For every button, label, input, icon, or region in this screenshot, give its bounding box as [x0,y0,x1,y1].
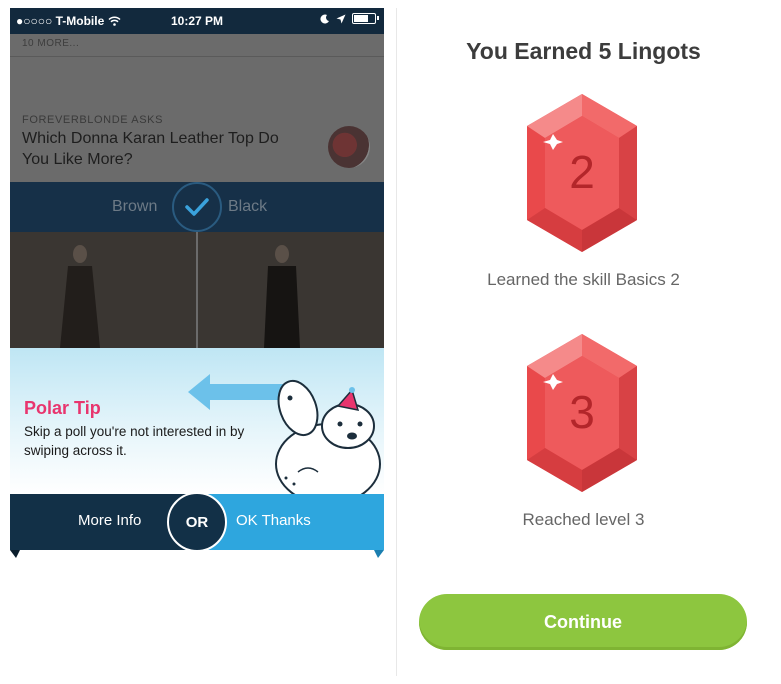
ok-thanks-label: OK Thanks [236,512,311,529]
more-info-label: More Info [78,512,142,529]
location-arrow-icon [336,14,346,23]
ribbon-fold-shape [10,550,384,558]
asker-label: FOREVERBLONDE ASKS [22,114,164,126]
lingots-reward-screen: You Earned 5 Lingots 2 Learned the skill… [396,8,770,676]
tip-action-bar: More Info OK Thanks OR [10,492,384,552]
vote-check-button[interactable] [172,182,222,232]
option-brown[interactable]: Brown [112,198,157,216]
tip-text: Skip a poll you're not interested in by … [24,424,245,458]
polar-app-screen: ●○○○○ T-Mobile 10:27 PM 10 MORE... FOREV… [10,8,384,676]
reward-title: You Earned 5 Lingots [466,38,701,64]
moon-icon [320,14,329,24]
screenshot-pair: ●○○○○ T-Mobile 10:27 PM 10 MORE... FOREV… [0,0,781,684]
divider [10,56,384,57]
gem-number: 3 [569,386,595,438]
gem-badge-icon: 3 [527,334,637,492]
reward-caption: Reached level 3 [522,510,645,529]
reward-caption: Learned the skill Basics 2 [487,270,680,289]
model-figure-image [264,245,300,348]
model-figure-image [60,245,100,348]
continue-button[interactable]: Continue [419,594,747,650]
poll-photo-brown[interactable] [10,232,196,348]
gem-number: 2 [569,146,595,198]
checkmark-icon [185,198,209,216]
gem-badge-icon: 2 [527,94,637,252]
more-comments-link[interactable]: 10 MORE... [22,38,79,49]
or-separator: OR [167,492,227,552]
status-bar: ●○○○○ T-Mobile 10:27 PM [10,8,384,34]
polar-tip-panel: Polar Tip Skip a poll you're not interes… [10,348,384,494]
dimmed-feed: 10 MORE... FOREVERBLONDE ASKS Which Donn… [10,34,384,348]
battery-icon [352,13,379,24]
poll-photo-black[interactable] [198,232,384,348]
polar-bear-mascot-icon [275,379,381,494]
option-black[interactable]: Black [228,198,267,216]
tip-title: Polar Tip [24,398,101,418]
poll-thumbnail[interactable] [328,126,370,168]
status-icons [320,13,379,24]
poll-question: Which Donna Karan Leather Top Do You Lik… [22,130,279,168]
poll-choice-bar: Brown Black [10,182,384,232]
